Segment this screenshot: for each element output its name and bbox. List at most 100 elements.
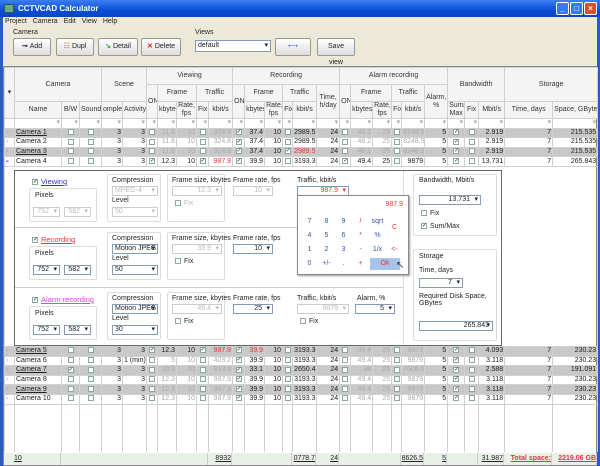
filter-cell[interactable]: ▾ [122,118,148,129]
checkbox[interactable] [67,376,74,383]
cell-mbits[interactable]: 3.118 [478,374,506,386]
cell-time-hday[interactable]: 24 [316,355,341,367]
viewing-toggle[interactable]: ✓ Viewing [32,177,67,186]
space-header[interactable]: Space, GByte [552,101,599,119]
checkbox[interactable] [342,347,349,354]
cell-a-fix[interactable] [391,156,403,167]
checkbox[interactable] [175,258,181,265]
filter-cell[interactable]: ▾ [504,118,554,129]
filter-cell[interactable]: ▾ [372,118,393,129]
cell-r-on[interactable]: ✓ [232,137,246,148]
calc-key[interactable]: 2 [319,244,334,256]
cell-a-size[interactable]: 46.2 [350,146,374,158]
filter-cell[interactable]: ▾ [464,118,480,129]
cell-a-size[interactable]: 49.4 [350,384,374,395]
cell-v-on[interactable] [146,374,159,386]
cell-r-rate[interactable]: 10 [264,345,284,357]
calc-key[interactable]: 6 [336,230,351,242]
table-row[interactable]: › Camera 2 3 3 11.6 10 324.8 ✓ 37.4 10 2989.5 24 46.… [4,137,599,148]
checkbox[interactable]: ✓ [32,297,38,304]
viewing-frame-rate-select[interactable]: 10 [233,186,273,196]
cell-space[interactable]: 230.23 [552,374,599,386]
calc-key[interactable]: % [370,230,385,242]
cell-a-fix[interactable] [391,146,403,158]
checkbox[interactable] [468,395,475,402]
cell-bw[interactable] [61,393,80,405]
filter-cell[interactable]: ▾ [264,118,284,129]
alarm-frame-size-select[interactable]: 49.4 [172,304,222,314]
cell-alarm[interactable]: 5 [424,355,449,367]
cell-a-kbits[interactable]: 9879 [401,374,426,386]
cell-time-hday[interactable]: 24 [316,146,341,158]
cell-name[interactable]: Camera 3 [14,146,62,158]
cell-r-on[interactable]: ✓ [232,355,246,367]
cell-time-hday[interactable]: 24 [316,345,341,357]
cell-r-size[interactable]: 39.9 [244,393,266,405]
cell-time-days[interactable]: 7 [504,156,554,167]
v-fix-header[interactable]: Fix [196,101,210,119]
cell-v-kbits[interactable]: 324.8 [208,146,234,158]
filter-cell[interactable]: ▾ [391,118,403,129]
cell-v-fix[interactable] [196,374,210,386]
checkbox[interactable] [342,366,349,373]
maximize-button[interactable]: □ [570,2,583,15]
cell-a-rate[interactable]: 25 [372,365,393,376]
cell-a-size[interactable]: 46.2 [350,137,374,148]
alarm-width-select[interactable]: 752 [33,325,60,335]
cell-mbits[interactable]: 4.093 [478,345,506,357]
checkbox[interactable]: ✓ [453,347,459,354]
cell-complex[interactable]: 3 [101,146,124,158]
cell-sound[interactable] [78,345,103,357]
checkbox[interactable] [393,357,400,364]
name-header[interactable]: Name [14,101,62,119]
cell-complex[interactable]: 3 [101,137,124,148]
cell-alarm[interactable]: 5 [424,127,449,139]
checkbox[interactable]: ✓ [32,237,38,244]
checkbox[interactable] [284,157,291,164]
cell-bw-fix[interactable] [464,365,480,376]
table-row[interactable]: › Camera 10 3 3 12.3 10 987.9 ✓ 39.9 10 3193.3 24 49… [4,393,599,405]
cell-space[interactable]: 215.535 [552,146,599,158]
cell-r-rate[interactable]: 10 [264,137,284,148]
table-row[interactable]: › Camera 631 (min) 5 10 403.2 ✓ 39.9 10 3193.3 24… [4,355,599,367]
cell-a-on[interactable]: ✓ [339,156,352,167]
cell-v-fix[interactable] [196,393,210,405]
recording-fix-checkbox[interactable]: Fix [175,258,193,265]
checkbox[interactable] [87,129,94,136]
filter-cell[interactable]: ▾ [61,118,80,129]
cell-summax[interactable]: ✓ [447,127,466,139]
cell-a-fix[interactable] [391,137,403,148]
cell-mbits[interactable]: 3.118 [478,393,506,405]
checkbox[interactable] [468,347,475,354]
checkbox[interactable] [468,138,475,145]
cell-time-hday[interactable]: 24 [316,393,341,405]
cell-r-fix[interactable] [282,355,294,367]
checkbox[interactable] [284,138,291,145]
cell-mbits[interactable]: 2.919 [478,137,506,148]
checkbox[interactable] [87,347,94,354]
filter-cell[interactable]: ▾ [101,118,124,129]
alarm-fix-checkbox[interactable]: Fix [175,318,193,325]
cell-bw[interactable] [61,127,80,139]
cell-a-kbits[interactable]: 8248.5 [401,127,426,139]
cell-v-size[interactable]: 11.6 [157,146,178,158]
checkbox[interactable]: ✓ [453,129,459,136]
filter-cell[interactable]: ▾ [196,118,210,129]
calc-key[interactable]: <- [387,244,402,256]
cell-bw-fix[interactable] [464,146,480,158]
cell-activity[interactable]: 3 [122,137,148,148]
cell-v-size[interactable]: 12.3 [157,156,178,167]
cell-v-rate[interactable]: 10 [176,127,198,139]
cell-v-on[interactable] [146,355,159,367]
filter-cell[interactable]: ▾ [424,118,449,129]
v-rate-header[interactable]: Rate, fps [176,101,198,119]
filter-cell[interactable]: ▾ [339,118,352,129]
checkbox[interactable]: ✓ [453,148,459,155]
checkbox[interactable] [87,357,94,364]
v-size-header[interactable]: kbytes [157,101,178,119]
cell-a-on[interactable] [339,384,352,395]
cell-name[interactable]: Camera 1 [14,127,62,139]
close-button[interactable]: × [584,2,597,15]
filter-cell[interactable]: ▾ [552,118,599,129]
cell-v-rate[interactable]: 10 [176,156,198,167]
